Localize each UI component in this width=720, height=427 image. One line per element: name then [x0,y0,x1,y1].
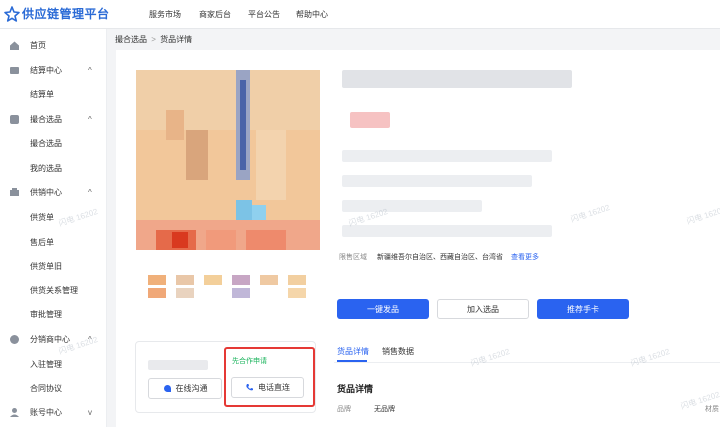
settlement-icon [10,66,19,74]
sidebar-item-my-selection[interactable]: 我的选品 [0,158,107,178]
supplier-name-blurred [148,360,208,370]
nav-help-center[interactable]: 帮助中心 [296,9,328,20]
sidebar-item-approval[interactable]: 审批管理 [0,304,107,324]
sidebar-item-label: 供货关系管理 [30,285,78,295]
sidebar-item-label: 首页 [30,40,46,50]
chat-icon [163,385,171,392]
phone-call-button[interactable]: 电话直连 [231,377,304,398]
material-label: 材质 [705,406,719,413]
sidebar-item-label: 售后单 [30,237,54,247]
app-logo[interactable]: 供应链管理平台 [4,5,110,22]
breadcrumb-current: 货品详情 [160,35,193,44]
sales-region-label: 限售区域 [339,254,367,261]
nav-service-market[interactable]: 服务市场 [149,9,181,20]
supply-icon [10,187,19,196]
sidebar-item-label: 结算中心 [30,65,62,75]
match-icon [10,114,19,124]
sidebar-item-label: 撮合选品 [30,138,62,148]
sidebar-item-label: 供货单 [30,212,54,222]
sidebar-item-contracts[interactable]: 合同协议 [0,378,107,398]
app-title: 供应链管理平台 [22,7,110,21]
tab-sales-data[interactable]: 销售数据 [382,346,414,357]
star-logo-icon [4,5,20,22]
info-row-blurred [342,200,482,212]
sidebar-item-label: 供销中心 [30,187,62,197]
sidebar-item-label: 账号中心 [30,407,62,417]
price-blurred [350,112,390,128]
add-to-selection-button[interactable]: 加入选品 [437,299,529,319]
sidebar-item-label: 入驻管理 [30,359,62,369]
chevron-down-icon: v [88,407,92,417]
brand-label: 品牌 [337,406,351,413]
sidebar-group-matching[interactable]: 撮合选品 ^ [0,109,107,129]
sidebar-item-label: 分销商中心 [30,334,70,344]
sidebar-group-account[interactable]: 账号中心 v [0,402,107,422]
tab-product-detail[interactable]: 货品详情 [337,346,369,357]
phone-icon [246,384,253,391]
sales-region-more-link[interactable]: 查看更多 [511,252,539,262]
nav-merchant-backend[interactable]: 商家后台 [199,9,231,20]
online-chat-label: 在线沟通 [175,384,208,393]
recommend-card-button[interactable]: 推荐手卡 [537,299,629,319]
sidebar-item-label: 合同协议 [30,383,62,393]
sidebar-item-label: 供货单旧 [30,261,62,271]
info-row-blurred [342,225,552,237]
info-row-blurred [342,150,552,162]
tabs-divider [334,362,720,363]
breadcrumb-separator: > [151,35,156,44]
info-row-blurred [342,175,532,187]
breadcrumb: 撮合选品 > 货品详情 [115,34,192,45]
sidebar-group-supply[interactable]: 供销中心 ^ [0,182,107,202]
breadcrumb-parent[interactable]: 撮合选品 [115,35,147,44]
product-info-card [334,50,720,427]
online-chat-button[interactable]: 在线沟通 [148,378,222,399]
account-icon [10,407,19,417]
product-title-blurred [342,70,572,88]
chevron-up-icon: ^ [88,65,92,75]
sidebar-item-label: 结算单 [30,89,54,99]
chevron-up-icon: ^ [88,114,92,124]
one-click-publish-button[interactable]: 一键发品 [337,299,429,319]
sidebar-group-settlement[interactable]: 结算中心 ^ [0,60,107,80]
sidebar-item-home[interactable]: 首页 [0,35,107,55]
sidebar-item-supply-order-old[interactable]: 供货单旧 [0,256,107,276]
cooperation-tag: 先合作申请 [232,358,267,365]
sidebar-item-label: 撮合选品 [30,114,62,124]
phone-call-label: 电话直连 [258,383,290,392]
top-bar: 供应链管理平台 服务市场 商家后台 平台公告 帮助中心 [0,0,720,29]
sidebar: 首页 结算中心 ^ 结算单 撮合选品 ^ 撮合选品 我的选品 供销中心 ^ 供货… [0,29,107,427]
detail-section-title: 货品详情 [337,384,374,394]
nav-announcements[interactable]: 平台公告 [248,9,280,20]
brand-value: 无品牌 [374,406,395,413]
sidebar-item-after-sales[interactable]: 售后单 [0,232,107,252]
sales-region-value: 新疆维吾尔自治区、西藏自治区、台湾省 [377,254,503,261]
chevron-up-icon: ^ [88,187,92,197]
distributor-icon [10,334,19,344]
home-icon [10,41,19,50]
sidebar-item-onboarding[interactable]: 入驻管理 [0,354,107,374]
sidebar-item-matching[interactable]: 撮合选品 [0,133,107,153]
sidebar-item-label: 我的选品 [30,163,62,173]
sidebar-item-label: 审批管理 [30,309,62,319]
product-image[interactable] [136,70,320,303]
sidebar-item-supply-relations[interactable]: 供货关系管理 [0,280,107,300]
sidebar-item-settlement-bill[interactable]: 结算单 [0,84,107,104]
